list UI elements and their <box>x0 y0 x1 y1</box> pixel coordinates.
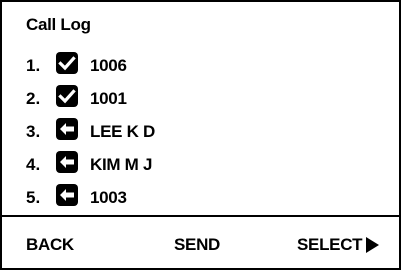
arrow-left-icon <box>56 184 78 206</box>
call-log-item[interactable]: 2. 1001 <box>26 82 155 115</box>
play-icon <box>366 237 380 253</box>
send-softkey[interactable]: SEND <box>174 235 220 255</box>
call-log-item[interactable]: 3. LEE K D <box>26 115 155 148</box>
arrow-left-icon <box>56 118 78 140</box>
call-log-item[interactable]: 5. 1003 <box>26 181 155 214</box>
call-number: 1003 <box>90 187 127 207</box>
item-index: 2. <box>26 88 41 108</box>
item-index: 3. <box>26 121 41 141</box>
item-index: 1. <box>26 55 41 75</box>
softkey-bar: BACK SEND SELECT <box>2 215 399 268</box>
phone-screen: Call Log 1. 1006 2. 1001 3. LEE K D 4. K… <box>0 0 401 270</box>
back-softkey[interactable]: BACK <box>26 235 74 255</box>
call-number: 1006 <box>90 55 127 75</box>
select-softkey[interactable]: SELECT <box>297 235 380 255</box>
select-softkey-label: SELECT <box>297 235 363 254</box>
arrow-left-icon <box>56 151 78 173</box>
item-index: 4. <box>26 154 41 174</box>
item-index: 5. <box>26 187 41 207</box>
call-log-item[interactable]: 1. 1006 <box>26 49 155 82</box>
check-icon <box>56 85 78 107</box>
screen-title: Call Log <box>26 15 91 34</box>
check-icon <box>56 52 78 74</box>
call-number: 1001 <box>90 88 127 108</box>
call-log-item[interactable]: 4. KIM M J <box>26 148 155 181</box>
caller-name: LEE K D <box>90 121 155 141</box>
call-log-list: 1. 1006 2. 1001 3. LEE K D 4. KIM M J 5.… <box>26 49 155 214</box>
caller-name: KIM M J <box>90 154 153 174</box>
